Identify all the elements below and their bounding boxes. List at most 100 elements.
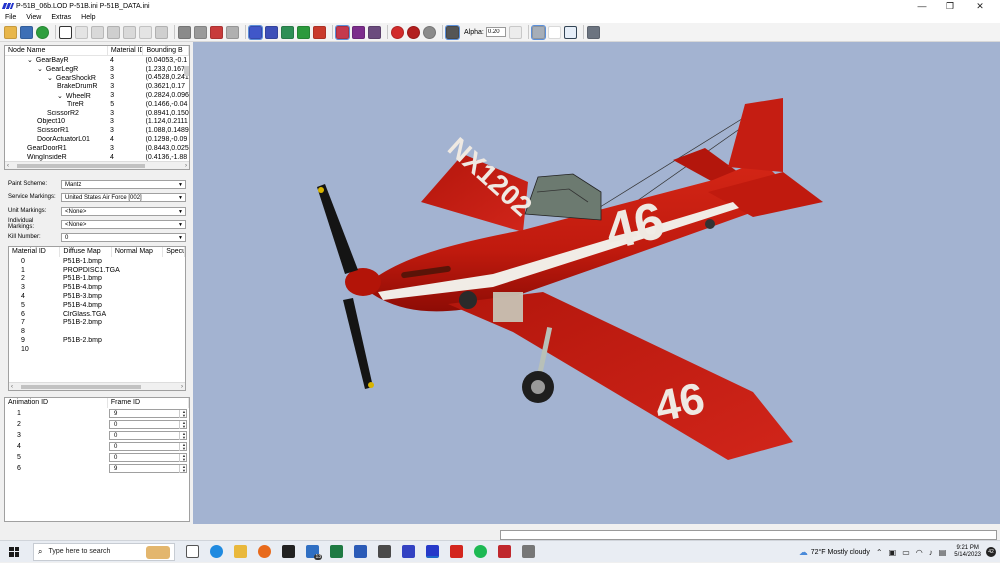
unit-markings-select[interactable]: <None> ▼ <box>61 206 186 216</box>
weather-icon[interactable]: ☁ <box>799 547 808 558</box>
close-button[interactable]: ✕ <box>966 0 994 12</box>
node-tree-vscroll-thumb[interactable] <box>184 66 189 76</box>
view-front-icon[interactable] <box>75 25 88 39</box>
tools-icon[interactable] <box>586 25 600 39</box>
battery-icon[interactable]: ▭ <box>902 548 910 557</box>
spinner-arrows-icon[interactable]: ▲ ▼ <box>179 432 186 440</box>
material-row[interactable]: 4 P51B-3.bmp <box>9 292 185 301</box>
column-frame-id[interactable]: Frame ID <box>108 398 189 408</box>
app-icon[interactable] <box>522 545 535 558</box>
node-tree-row[interactable]: DoorActuatorL01 4 (0.1298,-0.09 <box>5 135 189 144</box>
node-tree-hscroll[interactable]: ‹ › <box>5 161 189 169</box>
windows-start-icon[interactable] <box>9 546 19 557</box>
paint-scheme-select[interactable]: Mantz ▼ <box>61 179 186 189</box>
materials-table[interactable]: Material ID Diffuse Map Normal Map Specu… <box>8 246 186 391</box>
scroll-right-icon[interactable]: › <box>181 383 183 390</box>
frame-id-spinner[interactable]: 0 ▲ ▼ <box>109 431 187 440</box>
bounding-box-icon[interactable] <box>248 24 263 40</box>
materials-hscroll-thumb[interactable] <box>21 385 141 389</box>
node-tree-row[interactable]: ⌄ GearBayR 4 (0.04053,-0.1 <box>5 56 189 65</box>
shade-solid-icon[interactable] <box>194 25 207 39</box>
menu-extras[interactable]: Extras <box>46 14 76 21</box>
red-node-icon[interactable] <box>313 25 326 39</box>
normals-icon[interactable] <box>352 25 365 39</box>
view-bottom-icon[interactable] <box>155 25 168 39</box>
material-row[interactable]: 6 ClrGlass.TGA <box>9 310 185 319</box>
frame-id-spinner[interactable]: 0 ▲ ▼ <box>109 442 187 451</box>
node-tree-row[interactable]: Object10 3 (1.124,0.2111 <box>5 118 189 127</box>
frame-id-spinner[interactable]: 0 ▲ ▼ <box>109 420 187 429</box>
destroyed-icon[interactable] <box>423 25 436 39</box>
open-folder-icon[interactable] <box>4 25 17 39</box>
chevron-down-icon[interactable]: ⌄ <box>47 75 56 82</box>
node-tree-row[interactable]: ⌄ GearShockR 3 (0.4528,0.241 <box>5 74 189 83</box>
view-left-icon[interactable] <box>107 25 120 39</box>
transparency-icon[interactable] <box>445 24 460 40</box>
minimize-button[interactable]: — <box>908 0 936 12</box>
spotify-icon[interactable] <box>474 545 487 558</box>
column-node-name[interactable]: Node Name <box>5 46 108 56</box>
scroll-left-icon[interactable]: ‹ <box>11 383 13 390</box>
chevron-down-icon[interactable]: ⌄ <box>37 66 46 73</box>
menu-help[interactable]: Help <box>76 14 100 21</box>
node-tree-hscroll-thumb[interactable] <box>17 164 145 168</box>
axes-icon[interactable] <box>547 25 561 39</box>
task-view-icon[interactable] <box>186 545 199 558</box>
wifi-icon[interactable]: ◠ <box>916 548 923 557</box>
node-tree-row[interactable]: GearDoorR1 3 (0.8443,0.025 <box>5 144 189 153</box>
spinner-arrows-icon[interactable]: ▲ ▼ <box>179 410 186 418</box>
node-tree-row[interactable]: ScissorR1 3 (1.088,0.1489 <box>5 126 189 135</box>
damage-parts-icon[interactable] <box>407 25 420 39</box>
texture-icon[interactable] <box>36 25 49 39</box>
save-icon[interactable] <box>20 25 33 39</box>
spinner-arrows-icon[interactable]: ▲ ▼ <box>179 443 186 451</box>
column-specular[interactable]: Specu <box>163 247 185 257</box>
service-markings-select[interactable]: United States Air Force [002] ▼ <box>61 192 186 202</box>
material-row[interactable]: 1 PROPDISC1.TGA <box>9 266 185 275</box>
node-tree[interactable]: Node Name Material ID Bounding B ⌄ GearBa… <box>4 45 190 170</box>
node-tree-row[interactable]: ScissorR2 3 (0.8941,0.150 <box>5 109 189 118</box>
notion-icon[interactable] <box>282 545 295 558</box>
menu-file[interactable]: File <box>0 14 21 21</box>
firefox-icon[interactable] <box>258 545 271 558</box>
frame-id-spinner[interactable]: 0 ▲ ▼ <box>109 453 187 462</box>
collision-box-icon[interactable] <box>265 25 278 39</box>
hit-box-icon[interactable] <box>281 25 294 39</box>
excel-icon[interactable] <box>330 545 343 558</box>
shade-gray-icon[interactable] <box>178 25 191 39</box>
spinner-arrows-icon[interactable]: ▲ ▼ <box>179 421 186 429</box>
material-row[interactable]: 10 <box>9 345 185 354</box>
chevron-up-icon[interactable]: ⌃ <box>876 548 883 557</box>
node-tree-row[interactable]: ⌄ WheelR 3 (0.2824,0.096 <box>5 91 189 100</box>
frame-icon[interactable] <box>508 25 522 39</box>
frame-id-spinner[interactable]: 9 ▲ ▼ <box>109 464 187 473</box>
view-top-icon[interactable] <box>139 25 152 39</box>
material-row[interactable]: 9 P51B-2.bmp <box>9 336 185 345</box>
camera-box-icon[interactable] <box>563 25 577 39</box>
view-right-icon[interactable] <box>123 25 136 39</box>
keyboard-icon[interactable]: ▤ <box>939 548 947 557</box>
animations-table[interactable]: Animation ID Frame ID 1 9 ▲ ▼ 2 0 ▲ ▼ 3 0 ▲ ▼ 4 0 ▲ ▼ 5 0… <box>4 397 190 522</box>
clock[interactable]: 9:21 PM 5/14/2023 <box>954 545 981 559</box>
shade-textured-icon[interactable] <box>210 25 223 39</box>
acrobat-icon[interactable] <box>450 545 463 558</box>
spinner-arrows-icon[interactable]: ▲ ▼ <box>179 454 186 462</box>
spinner-arrows-icon[interactable]: ▲ ▼ <box>179 465 186 473</box>
node-tree-row[interactable]: BrakeDrumR 3 (0.3621,0.17 <box>5 82 189 91</box>
column-animation-id[interactable]: Animation ID <box>5 398 108 408</box>
taskbar-search-box[interactable]: ⌕ Type here to search <box>33 542 175 561</box>
chevron-down-icon[interactable]: ⌄ <box>57 93 66 100</box>
tray-app-icon[interactable]: ▣ <box>889 548 897 557</box>
material-row[interactable]: 8 <box>9 327 185 336</box>
mcafee-icon[interactable] <box>498 545 511 558</box>
column-material-id[interactable]: Material ID <box>9 247 61 257</box>
material-row[interactable]: 2 P51B-1.bmp <box>9 275 185 284</box>
material-row[interactable]: 7 P51B-2.bmp <box>9 319 185 328</box>
shade-wire-icon[interactable] <box>226 25 239 39</box>
edge-icon[interactable] <box>210 545 223 558</box>
calculator-icon[interactable] <box>378 545 391 558</box>
lod-viewer-icon[interactable] <box>402 545 415 558</box>
grid-icon[interactable] <box>530 24 546 40</box>
kill-number-select[interactable]: 0 ▼ <box>61 232 186 242</box>
menu-view[interactable]: View <box>21 14 46 21</box>
